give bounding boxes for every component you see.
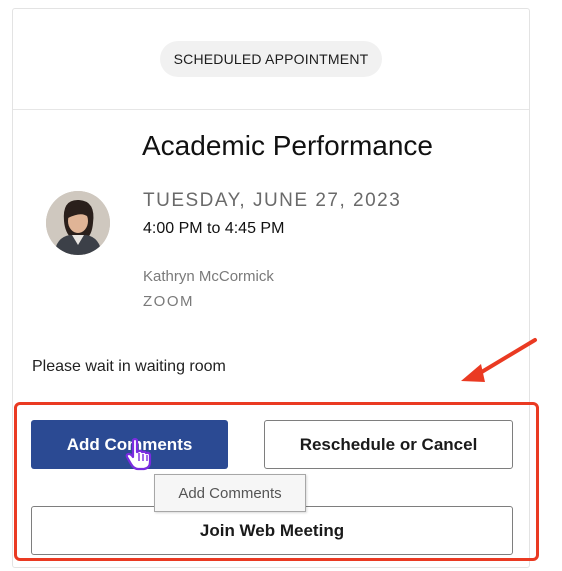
join-web-meeting-button[interactable]: Join Web Meeting — [31, 506, 513, 555]
appointment-location: ZOOM — [143, 293, 194, 310]
appointment-host: Kathryn McCormick — [143, 268, 274, 285]
card-header: SCHEDULED APPOINTMENT — [13, 9, 529, 110]
appointment-note: Please wait in waiting room — [32, 358, 226, 375]
person-avatar-icon — [46, 191, 110, 255]
hand-pointer-icon — [125, 437, 152, 471]
appointment-status-label: SCHEDULED APPOINTMENT — [159, 41, 383, 77]
avatar — [46, 191, 110, 255]
appointment-date: TUESDAY, JUNE 27, 2023 — [143, 190, 402, 211]
reschedule-or-cancel-button[interactable]: Reschedule or Cancel — [264, 420, 513, 469]
page: SCHEDULED APPOINTMENT Academic Performan… — [0, 0, 562, 571]
annotation-arrow-icon — [461, 338, 537, 382]
add-comments-tooltip: Add Comments — [154, 474, 306, 512]
appointment-title: Academic Performance — [142, 130, 434, 161]
appointment-time: 4:00 PM to 4:45 PM — [143, 220, 285, 237]
